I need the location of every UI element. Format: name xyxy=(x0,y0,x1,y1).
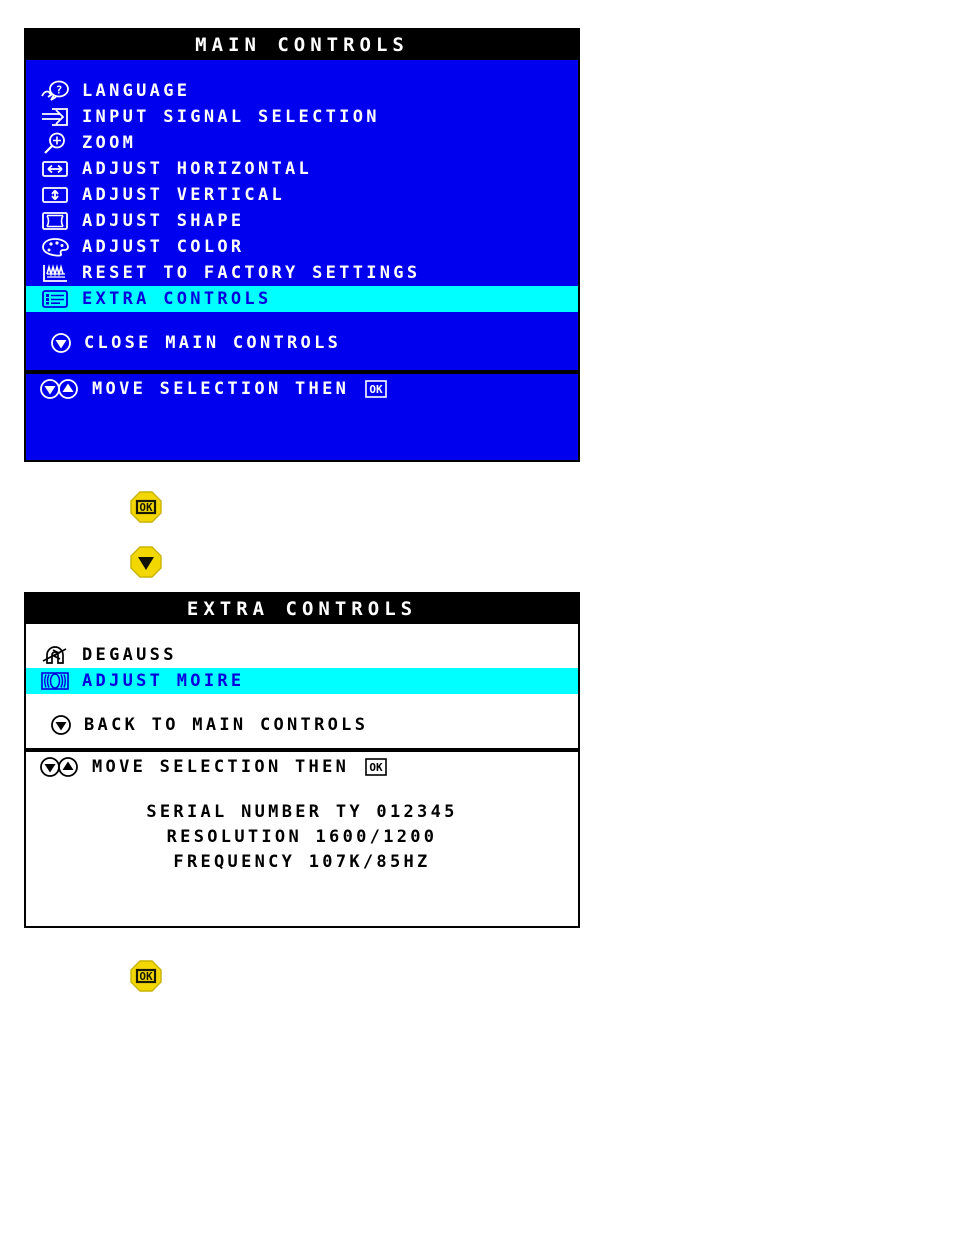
back-to-main-controls-item[interactable]: BACK TO MAIN CONTROLS xyxy=(26,712,578,738)
factory-reset-icon xyxy=(38,262,72,284)
svg-text:OK: OK xyxy=(370,383,384,396)
menu-item-label: ZOOM xyxy=(82,133,137,153)
menu-item-zoom[interactable]: ZOOM xyxy=(26,130,578,156)
updown-arrow-icon xyxy=(38,378,82,400)
footer-label: MOVE SELECTION THEN xyxy=(92,379,350,399)
menu-item-label: INPUT SIGNAL SELECTION xyxy=(82,107,380,127)
extra-controls-icon xyxy=(38,288,72,310)
zoom-icon xyxy=(38,132,72,154)
language-icon: ? xyxy=(38,80,72,102)
extra-controls-footer: MOVE SELECTION THEN OK xyxy=(26,752,578,782)
menu-item-adjust-moire[interactable]: ADJUST MOIRE xyxy=(26,668,578,694)
menu-item-label: ADJUST HORIZONTAL xyxy=(82,159,313,179)
svg-text:?: ? xyxy=(56,84,63,97)
main-controls-footer: MOVE SELECTION THEN OK xyxy=(26,374,578,404)
input-signal-icon xyxy=(38,106,72,128)
svg-text:OK: OK xyxy=(139,970,153,983)
svg-text:OK: OK xyxy=(370,761,384,774)
adjust-color-icon xyxy=(38,236,72,258)
menu-item-extra-controls[interactable]: EXTRA CONTROLS xyxy=(26,286,578,312)
menu-item-reset-to-factory-settings[interactable]: RESET TO FACTORY SETTINGS xyxy=(26,260,578,286)
down-arrow-icon xyxy=(48,332,74,354)
main-controls-title: MAIN CONTROLS xyxy=(26,30,578,60)
serial-number-line: SERIAL NUMBER TY 012345 xyxy=(146,802,458,822)
resolution-line: RESOLUTION 1600/1200 xyxy=(166,827,438,847)
menu-item-adjust-color[interactable]: ADJUST COLOR xyxy=(26,234,578,260)
menu-item-label: ADJUST VERTICAL xyxy=(82,185,286,205)
ok-button-bottom[interactable]: OK xyxy=(130,960,162,992)
menu-item-adjust-shape[interactable]: ADJUST SHAPE xyxy=(26,208,578,234)
menu-item-label: LANGUAGE xyxy=(82,81,191,101)
menu-item-degauss[interactable]: DEGAUSS xyxy=(26,642,578,668)
adjust-vertical-icon xyxy=(38,184,72,206)
ok-icon: OK xyxy=(361,378,391,400)
ok-icon: OK xyxy=(361,756,391,778)
close-main-controls-label: CLOSE MAIN CONTROLS xyxy=(84,333,342,353)
close-main-controls-item[interactable]: CLOSE MAIN CONTROLS xyxy=(26,330,578,356)
updown-arrow-icon xyxy=(38,756,82,778)
extra-controls-panel: EXTRA CONTROLS DEGAUSS ADJUST MOIRE BACK… xyxy=(24,592,580,928)
down-button-top[interactable] xyxy=(130,546,162,578)
extra-controls-body: DEGAUSS ADJUST MOIRE BACK TO MAIN CONTRO… xyxy=(26,624,578,875)
menu-item-language[interactable]: ? LANGUAGE xyxy=(26,78,578,104)
adjust-shape-icon xyxy=(38,210,72,232)
menu-item-adjust-vertical[interactable]: ADJUST VERTICAL xyxy=(26,182,578,208)
menu-item-label: ADJUST MOIRE xyxy=(82,671,245,691)
degauss-icon xyxy=(38,644,72,666)
footer-label: MOVE SELECTION THEN xyxy=(92,757,350,777)
svg-text:OK: OK xyxy=(139,501,153,514)
main-controls-body: ? LANGUAGE INPUT SIGNAL SELECTION ZOOM A… xyxy=(26,60,578,404)
menu-item-input-signal-selection[interactable]: INPUT SIGNAL SELECTION xyxy=(26,104,578,130)
back-to-main-controls-label: BACK TO MAIN CONTROLS xyxy=(84,715,369,735)
adjust-moire-icon xyxy=(38,670,72,692)
adjust-horizontal-icon xyxy=(38,158,72,180)
menu-item-adjust-horizontal[interactable]: ADJUST HORIZONTAL xyxy=(26,156,578,182)
extra-controls-title: EXTRA CONTROLS xyxy=(26,594,578,624)
menu-item-label: RESET TO FACTORY SETTINGS xyxy=(82,263,421,283)
frequency-line: FREQUENCY 107K/85HZ xyxy=(173,852,431,872)
ok-button-top[interactable]: OK xyxy=(130,491,162,523)
menu-item-label: ADJUST SHAPE xyxy=(82,211,245,231)
down-arrow-icon xyxy=(48,714,74,736)
main-controls-panel: MAIN CONTROLS ? LANGUAGE INPUT SIGNAL SE… xyxy=(24,28,580,462)
menu-item-label: EXTRA CONTROLS xyxy=(82,289,272,309)
menu-item-label: ADJUST COLOR xyxy=(82,237,245,257)
menu-item-label: DEGAUSS xyxy=(82,645,177,665)
